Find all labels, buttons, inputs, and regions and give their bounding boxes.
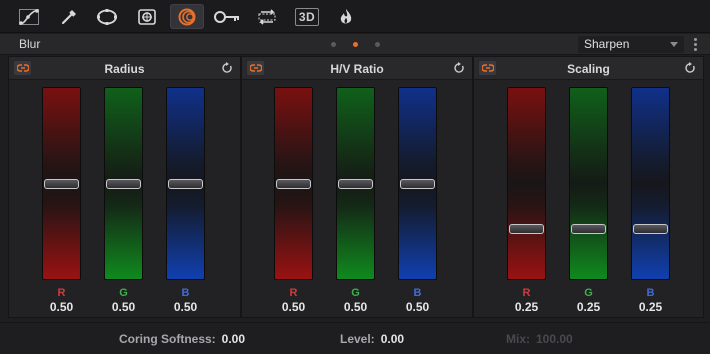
mix-field: Mix: 100.00 [506,332,573,346]
curves-button[interactable] [12,4,46,29]
qualifier-button[interactable] [52,4,86,29]
level-field[interactable]: Level: 0.00 [340,332,404,346]
radius-group: Radius R G B 0.50 0.50 0.50 [8,56,241,318]
tracker-icon [136,7,158,27]
slider-thumb[interactable] [276,179,311,189]
radius-r-slider[interactable] [42,87,81,280]
chevron-down-icon [670,42,678,47]
slider-thumb[interactable] [509,224,544,234]
panel-title: Blur [19,37,41,51]
group-title: Radius [104,62,145,76]
channel-label-r: R [289,287,298,299]
slider-thumb[interactable] [633,224,668,234]
radius-g-slider[interactable] [104,87,143,280]
slider-groups: Radius R G B 0.50 0.50 0.50 H/V Ratio R [8,56,704,318]
group-title: H/V Ratio [330,62,384,76]
page-indicator [331,42,380,47]
3d-label: 3D [294,7,320,26]
hv-ratio-g-slider[interactable] [336,87,375,280]
hv-ratio-b-slider[interactable] [398,87,437,280]
options-menu-icon[interactable] [694,38,697,51]
channel-label-b: B [646,287,655,299]
key-button[interactable] [210,4,244,29]
channel-label-b: B [413,287,422,299]
group-header: Scaling [474,57,703,80]
channel-value-r[interactable]: 0.25 [507,300,546,314]
slider-thumb[interactable] [338,179,373,189]
page-dot-active[interactable] [353,42,358,47]
slider-thumb[interactable] [168,179,203,189]
channel-label-g: G [584,287,593,299]
scaling-b-slider[interactable] [631,87,670,280]
palette-toolbar: 3D [0,0,710,33]
coring-softness-field[interactable]: Coring Softness: 0.00 [119,332,245,346]
mix-label: Mix: [506,332,530,346]
channel-value-r[interactable]: 0.50 [274,300,313,314]
channel-label-g: G [351,287,360,299]
slider-thumb[interactable] [106,179,141,189]
mix-value: 100.00 [536,332,573,346]
channel-value-b[interactable]: 0.50 [398,300,437,314]
coring-softness-value[interactable]: 0.00 [222,332,245,346]
slider-thumb[interactable] [44,179,79,189]
scaling-g-slider[interactable] [569,87,608,280]
slider-thumb[interactable] [400,179,435,189]
scaling-r-slider[interactable] [507,87,546,280]
effects-button[interactable] [329,4,363,29]
channel-value-b[interactable]: 0.25 [631,300,670,314]
scaling-group: Scaling R G B 0.25 0.25 0.25 [473,56,704,318]
page-dot[interactable] [375,42,380,47]
channel-label-g: G [119,287,128,299]
hv-ratio-group: H/V Ratio R G B 0.50 0.50 0.50 [241,56,473,318]
channel-value-g[interactable]: 0.50 [336,300,375,314]
channel-label-b: B [181,287,190,299]
reset-icon[interactable] [220,61,234,75]
coring-softness-label: Coring Softness: [119,332,216,346]
level-value[interactable]: 0.00 [381,332,404,346]
group-header: H/V Ratio [242,57,472,80]
blur-button[interactable] [170,4,204,29]
group-header: Radius [9,57,240,80]
hv-ratio-r-slider[interactable] [274,87,313,280]
channel-value-g[interactable]: 0.25 [569,300,608,314]
radius-b-slider[interactable] [166,87,205,280]
group-title: Scaling [567,62,610,76]
key-icon [213,9,241,25]
3d-button[interactable]: 3D [290,4,324,29]
window-button[interactable] [90,4,124,29]
channel-label-r: R [57,287,66,299]
blur-icon [175,7,199,27]
sizing-button[interactable] [250,4,284,29]
channel-value-b[interactable]: 0.50 [166,300,205,314]
mode-dropdown[interactable]: Sharpen [578,36,684,53]
page-dot[interactable] [331,42,336,47]
reset-icon[interactable] [452,61,466,75]
slider-thumb[interactable] [571,224,606,234]
channel-label-r: R [522,287,531,299]
tracker-button[interactable] [130,4,164,29]
channel-value-r[interactable]: 0.50 [42,300,81,314]
mode-dropdown-value: Sharpen [584,37,630,51]
qualifier-eyedropper-icon [59,7,79,27]
sizing-icon [255,7,279,27]
power-window-icon [95,7,119,27]
footer-bar: Coring Softness: 0.00 Level: 0.00 Mix: 100.… [0,322,710,354]
curves-icon [18,8,40,26]
reset-icon[interactable] [683,61,697,75]
level-label: Level: [340,332,375,346]
effects-flame-icon [338,7,354,27]
panel-header: Blur Sharpen [0,34,710,55]
channel-value-g[interactable]: 0.50 [104,300,143,314]
